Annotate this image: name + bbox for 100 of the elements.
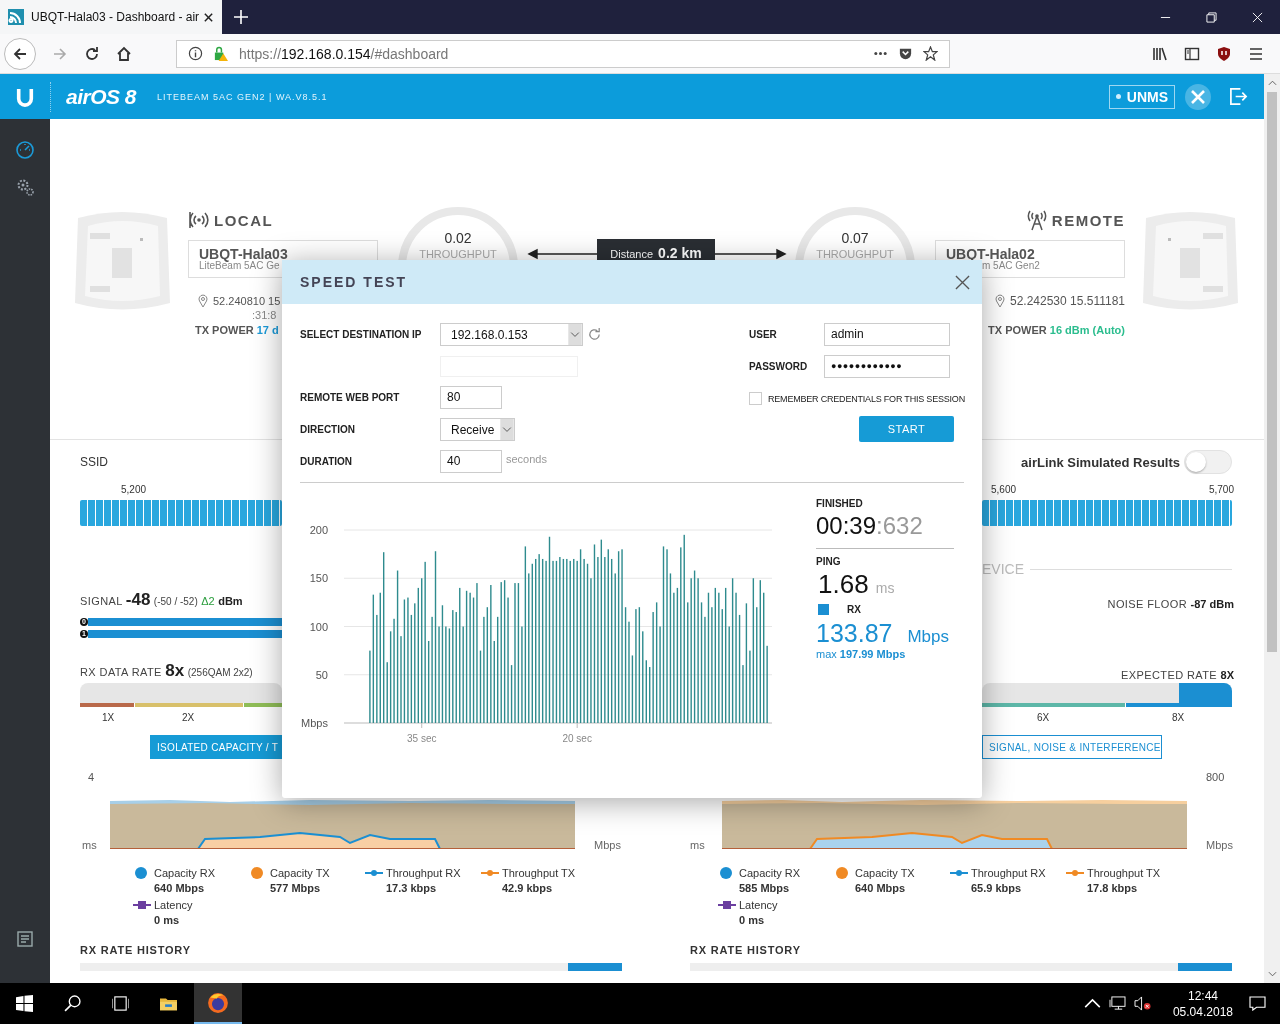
axis-label: Mbps: [301, 717, 328, 729]
info-icon[interactable]: [188, 46, 203, 61]
sidebar-icon[interactable]: [1184, 45, 1200, 62]
ping-label: PING: [816, 556, 842, 567]
throughput-label: THROUGHPUT: [815, 248, 895, 260]
clock-time[interactable]: 12:44: [1187, 987, 1218, 1004]
browser-tab[interactable]: UBQT-Hala03 - Dashboard - air: [0, 0, 222, 34]
duration-field[interactable]: 40: [440, 450, 502, 473]
logo-icon[interactable]: [16, 86, 34, 107]
location-pin-icon: [995, 294, 1005, 308]
scroll-up-icon[interactable]: [1267, 80, 1277, 86]
signal-noise-button[interactable]: SIGNAL, NOISE & INTERFERENCE: [982, 735, 1162, 759]
close-icon[interactable]: [203, 11, 215, 23]
scrollbar[interactable]: [1264, 74, 1280, 983]
dashboard-icon[interactable]: [15, 140, 35, 160]
coordinates: 52.240810 15: [213, 295, 281, 307]
rate-value: 133.87 Mbps: [816, 619, 950, 648]
distance-label: Distance: [610, 248, 654, 260]
axis-label: ms: [81, 839, 98, 851]
legend-label: Throughput TX: [502, 866, 576, 881]
axis-label: 150: [309, 572, 328, 585]
folder-icon[interactable]: [160, 995, 177, 1012]
coordinates: 52.242530 15.511181: [1010, 294, 1125, 308]
windows-logo-icon[interactable]: [16, 995, 33, 1012]
antenna-icon: [1025, 209, 1048, 231]
legend-value: 640 Mbps: [855, 881, 907, 896]
field-label: DIRECTION: [300, 424, 356, 435]
scroll-down-icon[interactable]: [1267, 971, 1277, 977]
caret-icon: [568, 324, 582, 345]
section-heading: EVICE: [982, 561, 1024, 577]
port-field[interactable]: 80: [440, 386, 502, 409]
legend-value: 640 Mbps: [154, 881, 206, 896]
url-text[interactable]: https://192.168.0.154/#dashboard: [239, 45, 449, 62]
star-icon[interactable]: [923, 46, 938, 61]
direction-select[interactable]: Receive: [440, 418, 515, 441]
checkbox[interactable]: [749, 392, 762, 405]
volume-muted-icon[interactable]: [1133, 996, 1151, 1011]
axis-label: Mbps: [593, 839, 622, 851]
browser-icon: [207, 991, 229, 1014]
logout-icon[interactable]: [1229, 87, 1248, 106]
new-tab-icon[interactable]: [234, 10, 248, 24]
field-label: REMOTE WEB PORT: [300, 392, 401, 403]
home-icon[interactable]: [116, 45, 132, 62]
checkbox-label: REMEMBER CREDENTIALS FOR THIS SESSION: [768, 393, 965, 404]
axis-label: Mbps: [1205, 839, 1234, 851]
axis-label: 4: [87, 771, 96, 785]
legend-value: 0 ms: [154, 913, 181, 928]
password-field[interactable]: ●●●●●●●●●●●●: [824, 355, 950, 378]
library-icon[interactable]: [1152, 45, 1168, 62]
throughput-label: THROUGHPUT: [418, 248, 498, 260]
restore-icon[interactable]: [1206, 11, 1217, 23]
taskbar-item[interactable]: [194, 983, 242, 1024]
shield-icon[interactable]: [898, 46, 913, 61]
settings-icon[interactable]: [15, 177, 35, 197]
legend-value: 0 ms: [739, 913, 766, 928]
close-icon[interactable]: [955, 274, 970, 290]
toggle-switch[interactable]: [1184, 450, 1232, 474]
section-heading: RX RATE HISTORY: [690, 944, 802, 958]
refresh-icon[interactable]: [587, 327, 602, 342]
field-label: PASSWORD: [749, 361, 809, 372]
section-heading: LOCAL: [214, 211, 274, 229]
distance-value: 0.2 km: [658, 245, 702, 261]
frequency-label: 5,200: [121, 484, 147, 495]
address-bar[interactable]: https://192.168.0.154/#dashboard: [176, 39, 950, 68]
rx-rate-reading: RX DATA RATE 8x (256QAM 2x2): [80, 661, 253, 681]
noise-floor-reading: NOISE FLOOR -87 dBm: [1107, 598, 1234, 610]
axis-label: 35 sec: [407, 733, 437, 744]
log-icon[interactable]: [15, 929, 35, 949]
location-pin-icon: [198, 294, 208, 308]
device-model: LiteBeam 5AC Ge: [199, 261, 280, 271]
notification-icon[interactable]: [1249, 996, 1266, 1011]
destination-select[interactable]: 192.168.0.153: [440, 323, 583, 346]
axis-label: 50: [315, 668, 328, 681]
legend-value: 65.9 kbps: [971, 881, 1023, 896]
unit-label: seconds: [506, 453, 547, 465]
menu-icon[interactable]: [1248, 45, 1264, 62]
network-icon[interactable]: [1108, 996, 1126, 1011]
search-icon[interactable]: [64, 995, 81, 1012]
tools-icon[interactable]: [1184, 82, 1212, 111]
legend-value: 17.3 kbps: [386, 881, 438, 896]
rate-scale-label: 2X: [182, 712, 195, 723]
elapsed-time: 00:39:632: [816, 512, 924, 540]
lock-warning-icon[interactable]: [213, 46, 228, 61]
shield-icon[interactable]: [1216, 45, 1232, 62]
axis-label: 800: [1205, 771, 1226, 785]
section-heading: RX RATE HISTORY: [80, 944, 192, 958]
frequency-label: 5,700: [1208, 484, 1234, 495]
frequency-label: 5,600: [991, 484, 1017, 495]
max-rate: max 197.99 Mbps: [816, 648, 907, 660]
legend-value: 17.8 kbps: [1087, 881, 1139, 896]
device-name: UBQT-Hala02: [946, 247, 1035, 261]
dialog-title: SPEED TEST: [300, 274, 408, 290]
user-field[interactable]: admin: [824, 323, 950, 346]
task-view-icon[interactable]: [112, 995, 129, 1012]
clock-date[interactable]: 05.04.2018: [1172, 1003, 1233, 1020]
reload-icon[interactable]: [84, 45, 100, 62]
back-button[interactable]: [4, 37, 36, 70]
tx-power: TX POWER 16 dBm (Auto): [988, 324, 1125, 336]
device-model: m 5AC Gen2: [981, 261, 1041, 271]
rate-scale-label: 6X: [1037, 712, 1050, 723]
